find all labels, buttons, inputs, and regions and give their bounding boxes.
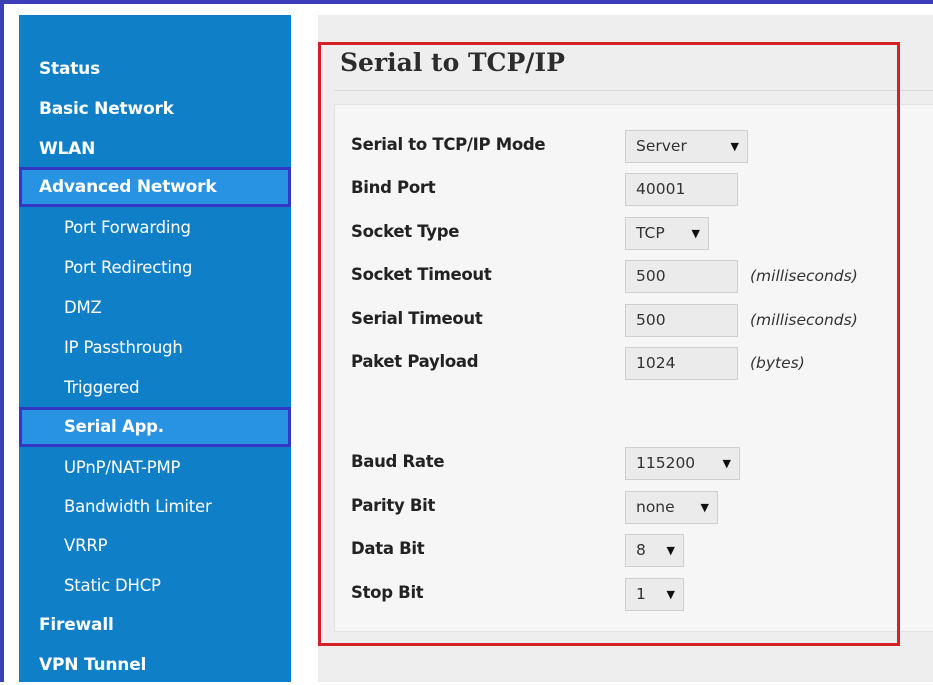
payload-input[interactable]: 1024 xyxy=(625,347,738,380)
frame-left-border xyxy=(0,0,4,682)
data-bit-label: Data Bit xyxy=(351,539,425,558)
sidebar-item-port-forwarding[interactable]: Port Forwarding xyxy=(19,208,291,248)
sidebar-item-triggered[interactable]: Triggered xyxy=(19,368,291,408)
bind-port-input[interactable]: 40001 xyxy=(625,173,738,206)
bind-port-label: Bind Port xyxy=(351,178,436,197)
mode-select[interactable]: Server ▼ xyxy=(625,130,748,163)
mode-select-value: Server xyxy=(636,137,687,155)
serial-timeout-input[interactable]: 500 xyxy=(625,304,738,337)
sidebar-item-basic-network[interactable]: Basic Network xyxy=(19,89,291,129)
socket-timeout-label: Socket Timeout xyxy=(351,265,492,284)
sidebar-item-vrrp[interactable]: VRRP xyxy=(19,526,291,566)
serial-timeout-unit: (milliseconds) xyxy=(750,311,858,329)
sidebar-item-vpn-tunnel[interactable]: VPN Tunnel xyxy=(19,645,291,685)
data-bit-select[interactable]: 8 ▼ xyxy=(625,534,684,567)
parity-bit-label: Parity Bit xyxy=(351,496,436,515)
parity-bit-select[interactable]: none ▼ xyxy=(625,491,718,524)
chevron-down-icon: ▼ xyxy=(666,588,675,601)
baud-rate-select-value: 115200 xyxy=(636,454,696,472)
parity-bit-select-value: none xyxy=(636,498,675,516)
data-bit-select-value: 8 xyxy=(636,541,646,559)
payload-unit: (bytes) xyxy=(750,354,805,372)
socket-timeout-input[interactable]: 500 xyxy=(625,260,738,293)
payload-label: Paket Payload xyxy=(351,352,479,371)
mode-label: Serial to TCP/IP Mode xyxy=(351,135,546,154)
socket-type-select-value: TCP xyxy=(636,224,665,242)
chevron-down-icon: ▼ xyxy=(691,227,700,240)
sidebar-item-static-dhcp[interactable]: Static DHCP xyxy=(19,566,291,606)
sidebar-item-ip-passthrough[interactable]: IP Passthrough xyxy=(19,328,291,368)
sidebar-item-bandwidth-limiter[interactable]: Bandwidth Limiter xyxy=(19,487,291,527)
chevron-down-icon: ▼ xyxy=(666,544,675,557)
sidebar-item-dmz[interactable]: DMZ xyxy=(19,288,291,328)
sidebar-item-advanced-network[interactable]: Advanced Network xyxy=(19,167,291,207)
baud-rate-select[interactable]: 115200 ▼ xyxy=(625,447,740,480)
stop-bit-label: Stop Bit xyxy=(351,583,424,602)
socket-type-label: Socket Type xyxy=(351,222,460,241)
chevron-down-icon: ▼ xyxy=(730,140,739,153)
chevron-down-icon: ▼ xyxy=(722,457,731,470)
stop-bit-select-value: 1 xyxy=(636,585,646,603)
socket-type-select[interactable]: TCP ▼ xyxy=(625,217,709,250)
sidebar-nav: Status Basic Network WLAN Advanced Netwo… xyxy=(19,15,291,682)
sidebar-item-port-redirecting[interactable]: Port Redirecting xyxy=(19,248,291,288)
serial-timeout-label: Serial Timeout xyxy=(351,309,483,328)
sidebar-item-firewall[interactable]: Firewall xyxy=(19,605,291,645)
baud-rate-label: Baud Rate xyxy=(351,452,445,471)
page-title: Serial to TCP/IP xyxy=(340,48,565,77)
sidebar-item-status[interactable]: Status xyxy=(19,49,291,89)
stop-bit-select[interactable]: 1 ▼ xyxy=(625,578,684,611)
chevron-down-icon: ▼ xyxy=(700,501,709,514)
sidebar-item-wlan[interactable]: WLAN xyxy=(19,129,291,169)
sidebar-item-serial-app[interactable]: Serial App. xyxy=(19,407,291,447)
socket-timeout-unit: (milliseconds) xyxy=(750,267,858,285)
sidebar-item-upnp-nat-pmp[interactable]: UPnP/NAT-PMP xyxy=(19,448,291,488)
frame-top-border xyxy=(0,0,933,4)
